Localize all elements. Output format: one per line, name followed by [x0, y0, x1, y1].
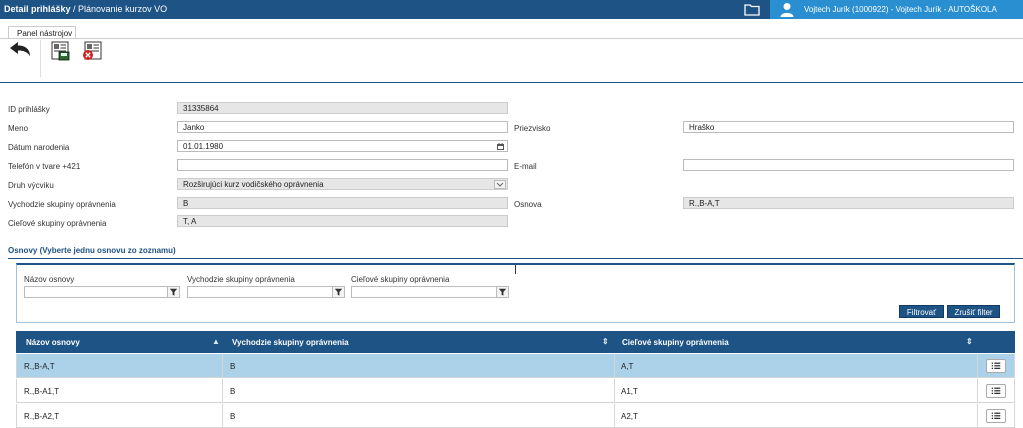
priezvisko-label: Priezvisko [514, 124, 551, 133]
page-title: Detail prihlášky / Plánovanie kurzov VO [4, 4, 168, 14]
telefon-label: Telefón v tvare +421 [8, 162, 81, 171]
osnovy-section-title: Osnovy (Vyberte jednu osnovu zo zoznamu) [8, 246, 176, 255]
email-field[interactable] [683, 159, 1014, 171]
druh-select[interactable]: Rozširujúci kurz vodičského oprávnenia [177, 178, 508, 190]
folder-icon[interactable] [744, 3, 760, 16]
vychodzie-label: Vychodzie skupiny oprávnenia [8, 200, 116, 209]
datum-field[interactable]: 01.01.1980 [177, 140, 508, 152]
column-divider [222, 404, 223, 428]
list-detail-icon[interactable] [986, 409, 1006, 423]
telefon-field[interactable] [177, 159, 508, 171]
column-divider [222, 354, 223, 378]
text-cursor [515, 265, 516, 274]
user-menu[interactable]: Vojtech Jurík (1000922) - Vojtech Jurík … [770, 0, 1023, 19]
filter-icon[interactable] [496, 287, 508, 297]
cell-cielove: A,T [621, 362, 634, 371]
calendar-icon[interactable] [497, 143, 504, 150]
chevron-down-icon[interactable] [494, 180, 506, 189]
content-divider [0, 82, 1023, 83]
column-divider [614, 379, 615, 403]
cielove-field: T, A [177, 215, 508, 227]
sort-icon[interactable]: ⇕ [966, 337, 973, 346]
cell-vychodzie: B [230, 362, 236, 371]
filter-icon[interactable] [167, 287, 179, 297]
datum-value: 01.01.1980 [183, 142, 224, 151]
user-icon [780, 3, 794, 17]
email-label: E-mail [514, 162, 537, 171]
osnova-label: Osnova [514, 200, 542, 209]
cell-vychodzie: B [230, 412, 236, 421]
back-arrow-icon[interactable] [8, 41, 32, 57]
cielove-label: Cieľové skupiny oprávnenia [8, 219, 107, 228]
col-header-nazov[interactable]: Názov osnovy [26, 338, 80, 347]
cell-nazov: R.,B-A1,T [24, 387, 60, 396]
filter-vychodzie-label: Vychodzie skupiny oprávnenia [187, 275, 295, 284]
filter-cielove-input[interactable] [351, 286, 509, 298]
meno-field[interactable]: Janko [177, 121, 508, 133]
column-divider [977, 404, 978, 428]
datum-label: Dátum narodenia [8, 143, 70, 152]
vychodzie-field: B [177, 197, 508, 209]
user-name: Vojtech Jurík (1000922) - Vojtech Jurík … [804, 5, 997, 14]
id-label: ID prihlášky [8, 105, 50, 114]
breadcrumb: / Plánovanie kurzov VO [70, 4, 168, 14]
druh-value: Rozširujúci kurz vodičského oprávnenia [183, 180, 324, 189]
table-row[interactable]: R.,B-A2,T B A2,T [16, 404, 1015, 428]
cancel-form-icon[interactable] [82, 41, 102, 61]
column-divider [977, 354, 978, 378]
table-row[interactable]: R.,B-A,T B A,T [16, 354, 1015, 378]
column-divider [977, 379, 978, 403]
toolbar-divider [0, 38, 1023, 39]
grid-header: Názov osnovy ▲ Vychodzie skupiny oprávne… [16, 331, 1015, 353]
table-row[interactable]: R.,B-A1,T B A1,T [16, 379, 1015, 403]
save-form-icon[interactable] [51, 41, 71, 61]
list-detail-icon[interactable] [986, 359, 1006, 373]
list-detail-icon[interactable] [986, 384, 1006, 398]
priezvisko-field[interactable]: Hraško [683, 121, 1014, 133]
cell-nazov: R.,B-A2,T [24, 412, 60, 421]
tab-label: Panel nástrojov [17, 29, 73, 38]
druh-label: Druh výcviku [8, 181, 54, 190]
filter-nazov-input[interactable] [24, 286, 180, 298]
filter-vychodzie-input[interactable] [187, 286, 345, 298]
filter-button[interactable]: Filtrovať [899, 305, 944, 318]
top-bar: Detail prihlášky / Plánovanie kurzov VO … [0, 0, 1023, 19]
cell-vychodzie: B [230, 387, 236, 396]
id-field: 31335864 [177, 102, 508, 114]
cell-nazov: R.,B-A,T [24, 362, 55, 371]
column-divider [614, 354, 615, 378]
column-divider [222, 379, 223, 403]
column-divider [614, 404, 615, 428]
cell-cielove: A1,T [621, 387, 638, 396]
toolbar-separator [40, 40, 41, 77]
sort-asc-icon[interactable]: ▲ [212, 337, 220, 346]
reset-filter-button[interactable]: Zrušiť filter [947, 305, 1000, 318]
cell-cielove: A2,T [621, 412, 638, 421]
osnova-field: R.,B-A,T [683, 197, 1014, 209]
col-header-cielove[interactable]: Cieľové skupiny oprávnenia [622, 338, 729, 347]
section-divider [8, 258, 1023, 259]
filter-icon[interactable] [332, 287, 344, 297]
filter-cielove-label: Cieľové skupiny oprávnenia [351, 275, 450, 284]
filter-panel: Názov osnovy Vychodzie skupiny oprávneni… [16, 263, 1015, 323]
filter-nazov-label: Názov osnovy [24, 275, 75, 284]
col-header-vychodzie[interactable]: Vychodzie skupiny oprávnenia [232, 338, 349, 347]
meno-label: Meno [8, 124, 29, 133]
sort-icon[interactable]: ⇕ [602, 337, 609, 346]
